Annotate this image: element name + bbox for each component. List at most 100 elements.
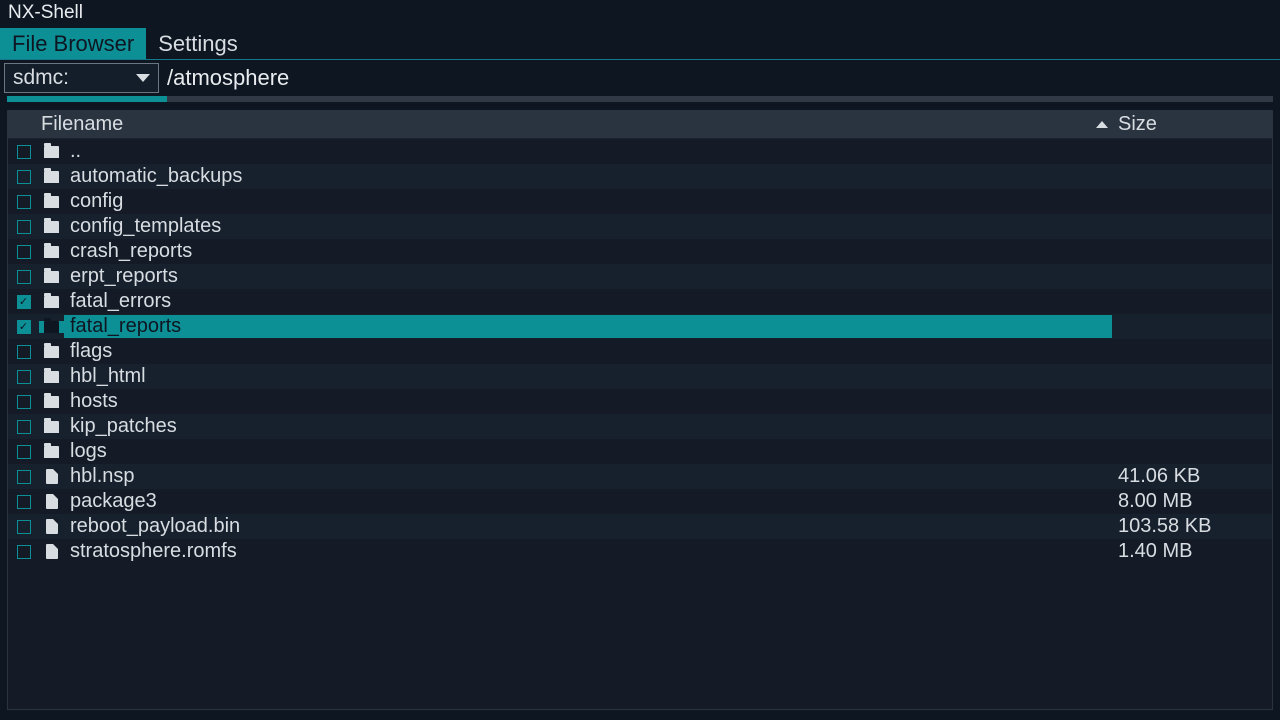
row-filename: stratosphere.romfs — [64, 540, 1112, 563]
table-body: ..automatic_backupsconfigconfig_template… — [8, 139, 1272, 709]
row-checkbox-cell[interactable] — [8, 470, 39, 484]
row-filename: kip_patches — [64, 415, 1112, 438]
file-icon — [39, 544, 64, 559]
checkbox-icon[interactable] — [17, 445, 31, 459]
row-filename: hbl.nsp — [64, 465, 1112, 488]
row-checkbox-cell[interactable] — [8, 245, 39, 259]
row-checkbox-cell[interactable] — [8, 370, 39, 384]
drive-label: sdmc: — [13, 66, 69, 90]
table-header: Filename Size — [8, 111, 1272, 139]
folder-icon — [39, 146, 64, 158]
folder-icon — [39, 321, 64, 333]
table-row[interactable]: crash_reports — [8, 239, 1272, 264]
row-filename: automatic_backups — [64, 165, 1112, 188]
table-row[interactable]: config — [8, 189, 1272, 214]
row-checkbox-cell[interactable] — [8, 170, 39, 184]
table-row[interactable]: fatal_errors — [8, 289, 1272, 314]
folder-icon — [39, 346, 64, 358]
row-size: 103.58 KB — [1112, 515, 1272, 538]
row-checkbox-cell[interactable] — [8, 195, 39, 209]
row-checkbox-cell[interactable] — [8, 145, 39, 159]
tab-file-browser[interactable]: File Browser — [0, 28, 146, 59]
row-checkbox-cell[interactable] — [8, 345, 39, 359]
path-bar: sdmc: /atmosphere — [0, 60, 1280, 96]
table-row[interactable]: package38.00 MB — [8, 489, 1272, 514]
row-filename: .. — [64, 140, 1112, 163]
row-filename: hbl_html — [64, 365, 1112, 388]
row-checkbox-cell[interactable] — [8, 520, 39, 534]
checkbox-icon[interactable] — [17, 370, 31, 384]
table-row[interactable]: reboot_payload.bin103.58 KB — [8, 514, 1272, 539]
file-icon — [39, 494, 64, 509]
table-row[interactable]: logs — [8, 439, 1272, 464]
folder-icon — [39, 296, 64, 308]
folder-icon — [39, 246, 64, 258]
tab-settings[interactable]: Settings — [146, 28, 250, 59]
row-filename: logs — [64, 440, 1112, 463]
checkbox-icon[interactable] — [17, 220, 31, 234]
indicator-strip — [7, 96, 1273, 102]
checkbox-icon[interactable] — [17, 420, 31, 434]
row-checkbox-cell[interactable] — [8, 445, 39, 459]
drive-selector[interactable]: sdmc: — [4, 63, 159, 93]
folder-icon — [39, 446, 64, 458]
column-size[interactable]: Size — [1112, 113, 1272, 136]
row-filename: erpt_reports — [64, 265, 1112, 288]
row-checkbox-cell[interactable] — [8, 545, 39, 559]
table-row[interactable]: .. — [8, 139, 1272, 164]
checkbox-icon[interactable] — [17, 495, 31, 509]
folder-icon — [39, 221, 64, 233]
table-row[interactable]: automatic_backups — [8, 164, 1272, 189]
row-checkbox-cell[interactable] — [8, 220, 39, 234]
checkbox-icon[interactable] — [17, 320, 31, 334]
row-filename: hosts — [64, 390, 1112, 413]
row-checkbox-cell[interactable] — [8, 270, 39, 284]
table-row[interactable]: config_templates — [8, 214, 1272, 239]
checkbox-icon[interactable] — [17, 245, 31, 259]
folder-icon — [39, 421, 64, 433]
checkbox-icon[interactable] — [17, 470, 31, 484]
row-filename: package3 — [64, 490, 1112, 513]
file-table: Filename Size ..automatic_backupsconfigc… — [7, 110, 1273, 710]
current-path: /atmosphere — [167, 65, 289, 91]
row-filename: fatal_errors — [64, 290, 1112, 313]
checkbox-icon[interactable] — [17, 270, 31, 284]
row-checkbox-cell[interactable] — [8, 320, 39, 334]
checkbox-icon[interactable] — [17, 170, 31, 184]
row-checkbox-cell[interactable] — [8, 495, 39, 509]
row-checkbox-cell[interactable] — [8, 295, 39, 309]
folder-icon — [39, 271, 64, 283]
folder-icon — [39, 396, 64, 408]
row-filename: config — [64, 190, 1112, 213]
checkbox-icon[interactable] — [17, 195, 31, 209]
folder-icon — [39, 171, 64, 183]
row-filename: config_templates — [64, 215, 1112, 238]
checkbox-icon[interactable] — [17, 545, 31, 559]
checkbox-icon[interactable] — [17, 520, 31, 534]
table-row[interactable]: hbl_html — [8, 364, 1272, 389]
table-row[interactable]: erpt_reports — [8, 264, 1272, 289]
sort-asc-icon — [1096, 121, 1108, 128]
checkbox-icon[interactable] — [17, 295, 31, 309]
table-row[interactable]: fatal_reports — [8, 314, 1272, 339]
table-row[interactable]: hbl.nsp41.06 KB — [8, 464, 1272, 489]
checkbox-icon[interactable] — [17, 395, 31, 409]
folder-icon — [39, 196, 64, 208]
row-size: 41.06 KB — [1112, 465, 1272, 488]
app-title: NX-Shell — [0, 0, 1280, 28]
chevron-down-icon — [136, 74, 150, 82]
file-icon — [39, 469, 64, 484]
row-filename: flags — [64, 340, 1112, 363]
column-filename[interactable]: Filename — [39, 113, 1112, 136]
row-checkbox-cell[interactable] — [8, 420, 39, 434]
checkbox-icon[interactable] — [17, 345, 31, 359]
row-filename: crash_reports — [64, 240, 1112, 263]
table-row[interactable]: flags — [8, 339, 1272, 364]
tab-bar: File Browser Settings — [0, 28, 1280, 60]
row-filename: fatal_reports — [64, 315, 1112, 338]
table-row[interactable]: hosts — [8, 389, 1272, 414]
row-checkbox-cell[interactable] — [8, 395, 39, 409]
checkbox-icon[interactable] — [17, 145, 31, 159]
table-row[interactable]: kip_patches — [8, 414, 1272, 439]
table-row[interactable]: stratosphere.romfs1.40 MB — [8, 539, 1272, 564]
